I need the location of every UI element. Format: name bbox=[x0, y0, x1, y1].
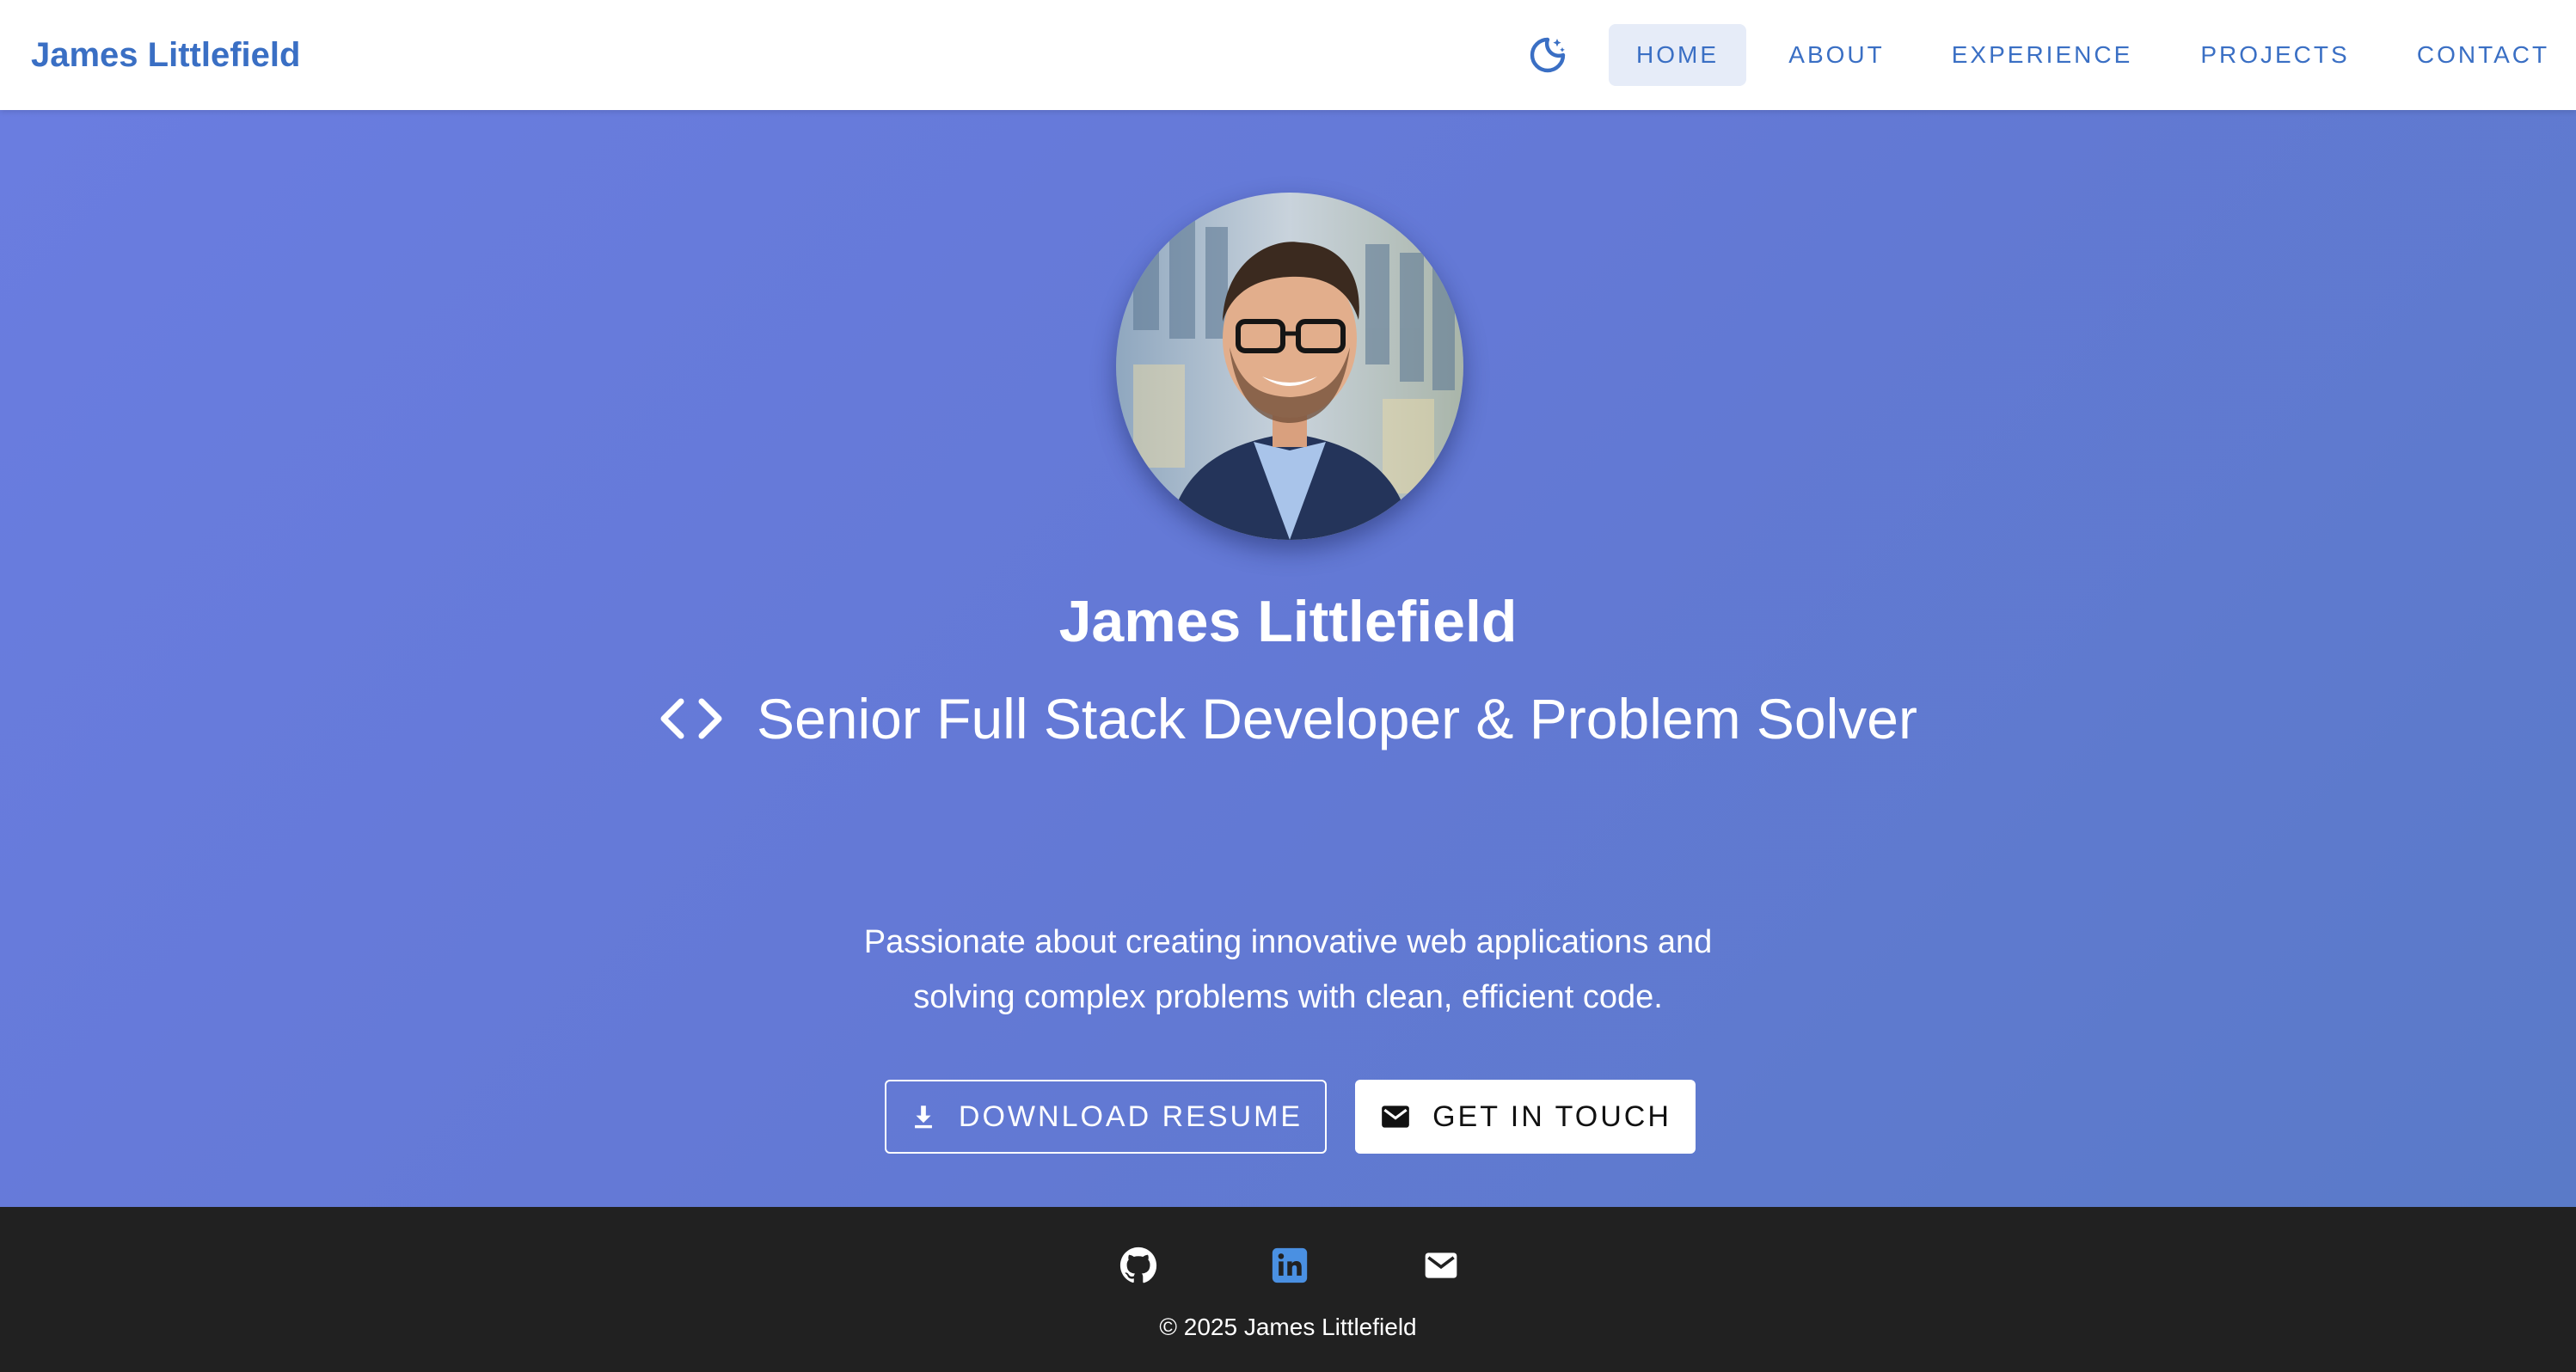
linkedin-icon bbox=[1272, 1247, 1308, 1283]
footer: © 2025 James Littlefield bbox=[0, 1207, 2576, 1372]
hero-section: James Littlefield Senior Full Stack Deve… bbox=[0, 110, 2576, 1207]
theme-toggle-button[interactable] bbox=[1524, 31, 1572, 79]
download-icon bbox=[915, 1106, 932, 1129]
get-in-touch-label: GET IN TOUCH bbox=[1432, 1099, 1671, 1133]
nav-about[interactable]: ABOUT bbox=[1771, 24, 1902, 86]
github-link[interactable] bbox=[1114, 1241, 1162, 1289]
hero-subtitle: Senior Full Stack Developer & Problem So… bbox=[757, 687, 1917, 750]
code-icon bbox=[660, 698, 722, 739]
get-in-touch-button[interactable]: GET IN TOUCH bbox=[1355, 1080, 1696, 1154]
dark-mode-icon bbox=[1530, 37, 1566, 73]
nav-contact[interactable]: CONTACT bbox=[2399, 24, 2567, 86]
hero-description: Passionate about creating innovative web… bbox=[863, 924, 1713, 1015]
hero-title-row: Senior Full Stack Developer & Problem So… bbox=[0, 686, 2576, 751]
download-resume-label: DOWNLOAD RESUME bbox=[958, 1099, 1303, 1133]
email-icon bbox=[1425, 1253, 1457, 1278]
download-resume-button[interactable]: DOWNLOAD RESUME bbox=[885, 1080, 1327, 1154]
github-icon bbox=[1119, 1246, 1157, 1283]
top-nav: James Littlefield HOME ABOUT EXPERIENCE … bbox=[0, 0, 2576, 110]
email-link[interactable] bbox=[1417, 1241, 1465, 1289]
brand-logo[interactable]: James Littlefield bbox=[31, 0, 300, 110]
linkedin-link[interactable] bbox=[1266, 1241, 1314, 1289]
mail-icon bbox=[1382, 1106, 1409, 1128]
nav-experience[interactable]: EXPERIENCE bbox=[1926, 24, 2158, 86]
copyright-text: © 2025 James Littlefield bbox=[1159, 1314, 1417, 1340]
hero-name: James Littlefield bbox=[1058, 589, 1518, 654]
nav-projects[interactable]: PROJECTS bbox=[2184, 24, 2366, 86]
nav-home[interactable]: HOME bbox=[1609, 24, 1746, 86]
profile-photo bbox=[1116, 193, 1463, 540]
